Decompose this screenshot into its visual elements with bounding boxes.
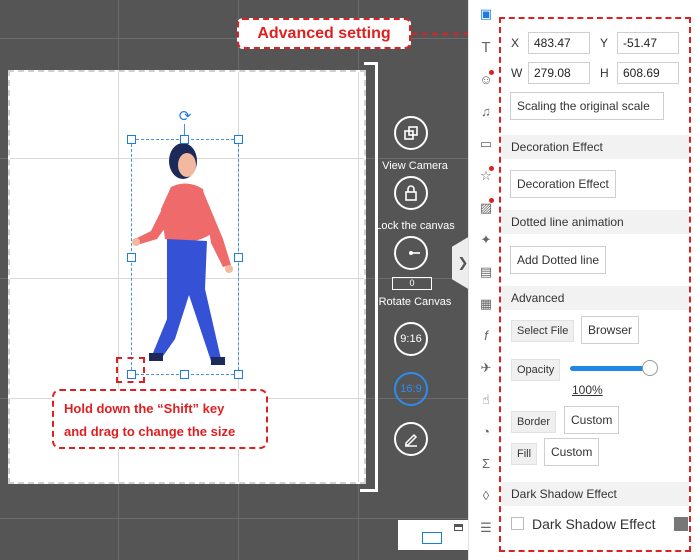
airplane-icon[interactable]: ✈ [478,360,494,376]
view-camera-label: View Camera [382,160,448,172]
dotted-section-header: Dotted line animation [501,210,689,234]
music-icon[interactable]: ♫ [478,104,494,120]
scaling-original-button[interactable]: Scaling the original scale [510,92,664,120]
browser-button[interactable]: Browser [581,316,640,344]
ratio-16-9-button[interactable]: 16:9 [394,372,428,406]
resize-handle-bottom[interactable] [180,370,189,379]
rotate-canvas-dial[interactable] [394,236,428,270]
resize-handle-top-right[interactable] [234,135,243,144]
rotate-handle-icon[interactable]: ⟳ [177,109,193,125]
width-field[interactable]: 279.08 [528,62,590,84]
resize-handle-top[interactable] [180,135,189,144]
chevron-right-icon: ❯ [457,255,469,270]
new-badge [489,70,494,75]
window-icon[interactable] [454,524,463,531]
opacity-value: 100% [572,383,603,397]
rotate-canvas-label: Rotate Canvas [378,296,452,308]
image-icon[interactable]: ▣ [478,6,494,22]
rotate-dial-icon [409,251,420,255]
magic-wand-icon[interactable]: ✦ [478,232,494,248]
text-icon[interactable]: T [478,40,494,56]
new-badge [489,198,494,203]
canvas-grid-line [358,72,359,482]
h-label: H [600,66,609,80]
decoration-section-header: Decoration Effect [501,135,689,159]
dark-shadow-checkbox[interactable] [511,517,524,530]
canvas-frame-corner [360,486,378,492]
hand-icon[interactable]: ☝ [478,392,494,408]
resize-handle-left[interactable] [127,253,136,262]
layers-icon[interactable]: ☰ [478,520,494,536]
view-camera-button[interactable] [394,116,428,150]
sigma-icon[interactable]: Σ [478,456,494,472]
pie-chart-icon[interactable]: ◔ [478,424,494,440]
opacity-slider-thumb[interactable] [642,360,658,376]
film-icon[interactable]: ▦ [478,296,494,312]
advanced-section-header: Advanced [501,286,689,310]
shift-tip-line: Hold down the “Shift” key [64,401,225,416]
opacity-label: Opacity [511,359,561,381]
grid-line [0,518,468,519]
w-label: W [511,66,523,80]
screen-preview-icon[interactable] [422,532,442,544]
formula-icon[interactable]: f [478,328,494,344]
element-icon-strip: ▣ T ☺ ♫ ▭ ☆ ▨ ✦ ▤ ▦ f ✈ ☝ ◔ Σ ◊ ☰ [468,0,500,560]
rotate-value-field[interactable]: 0 [392,277,432,290]
y-field[interactable]: -51.47 [617,32,679,54]
lock-icon [405,185,417,201]
edit-pen-icon [405,433,418,447]
lock-canvas-button[interactable] [394,176,428,210]
border-custom-button[interactable]: Custom [564,406,620,434]
drop-icon[interactable]: ◊ [478,488,494,504]
x-label: X [511,36,520,50]
shadow-color-swatch[interactable] [674,517,688,531]
shift-tip-callout: Hold down the “Shift” key and drag to ch… [52,389,268,449]
dark-shadow-label: Dark Shadow Effect [532,516,656,532]
folder-icon[interactable]: ▤ [478,264,494,280]
lock-canvas-label: Lock the canvas [375,220,455,232]
shift-tip-line: and drag to change the size [64,424,236,439]
selection-box[interactable] [131,139,239,375]
decoration-effect-button[interactable]: Decoration Effect [510,170,616,198]
resize-handle-bottom-right[interactable] [234,370,243,379]
resize-handle-right[interactable] [234,253,243,262]
shadow-section-header: Dark Shadow Effect [501,482,689,506]
ratio-9-16-button[interactable]: 9:16 [394,322,428,356]
fill-custom-button[interactable]: Custom [544,438,600,466]
fill-label: Fill [511,443,538,465]
ratio-9-16-label: 9:16 [400,333,422,345]
speech-bubble-icon[interactable]: ▭ [478,136,494,152]
new-badge [489,166,494,171]
canvas-frame-edge [375,62,378,492]
height-field[interactable]: 608.69 [617,62,679,84]
select-file-button[interactable]: Select File [511,320,575,342]
add-dotted-line-button[interactable]: Add Dotted line [510,246,607,274]
border-label: Border [511,411,557,433]
edit-button[interactable] [394,422,428,456]
ratio-16-9-label: 16:9 [400,383,422,395]
advanced-setting-callout: Advanced setting [237,18,411,49]
y-label: Y [600,36,609,50]
resize-handle-top-left[interactable] [127,135,136,144]
x-field[interactable]: 483.47 [528,32,590,54]
view-camera-icon [404,126,418,140]
shift-highlight [116,357,145,383]
